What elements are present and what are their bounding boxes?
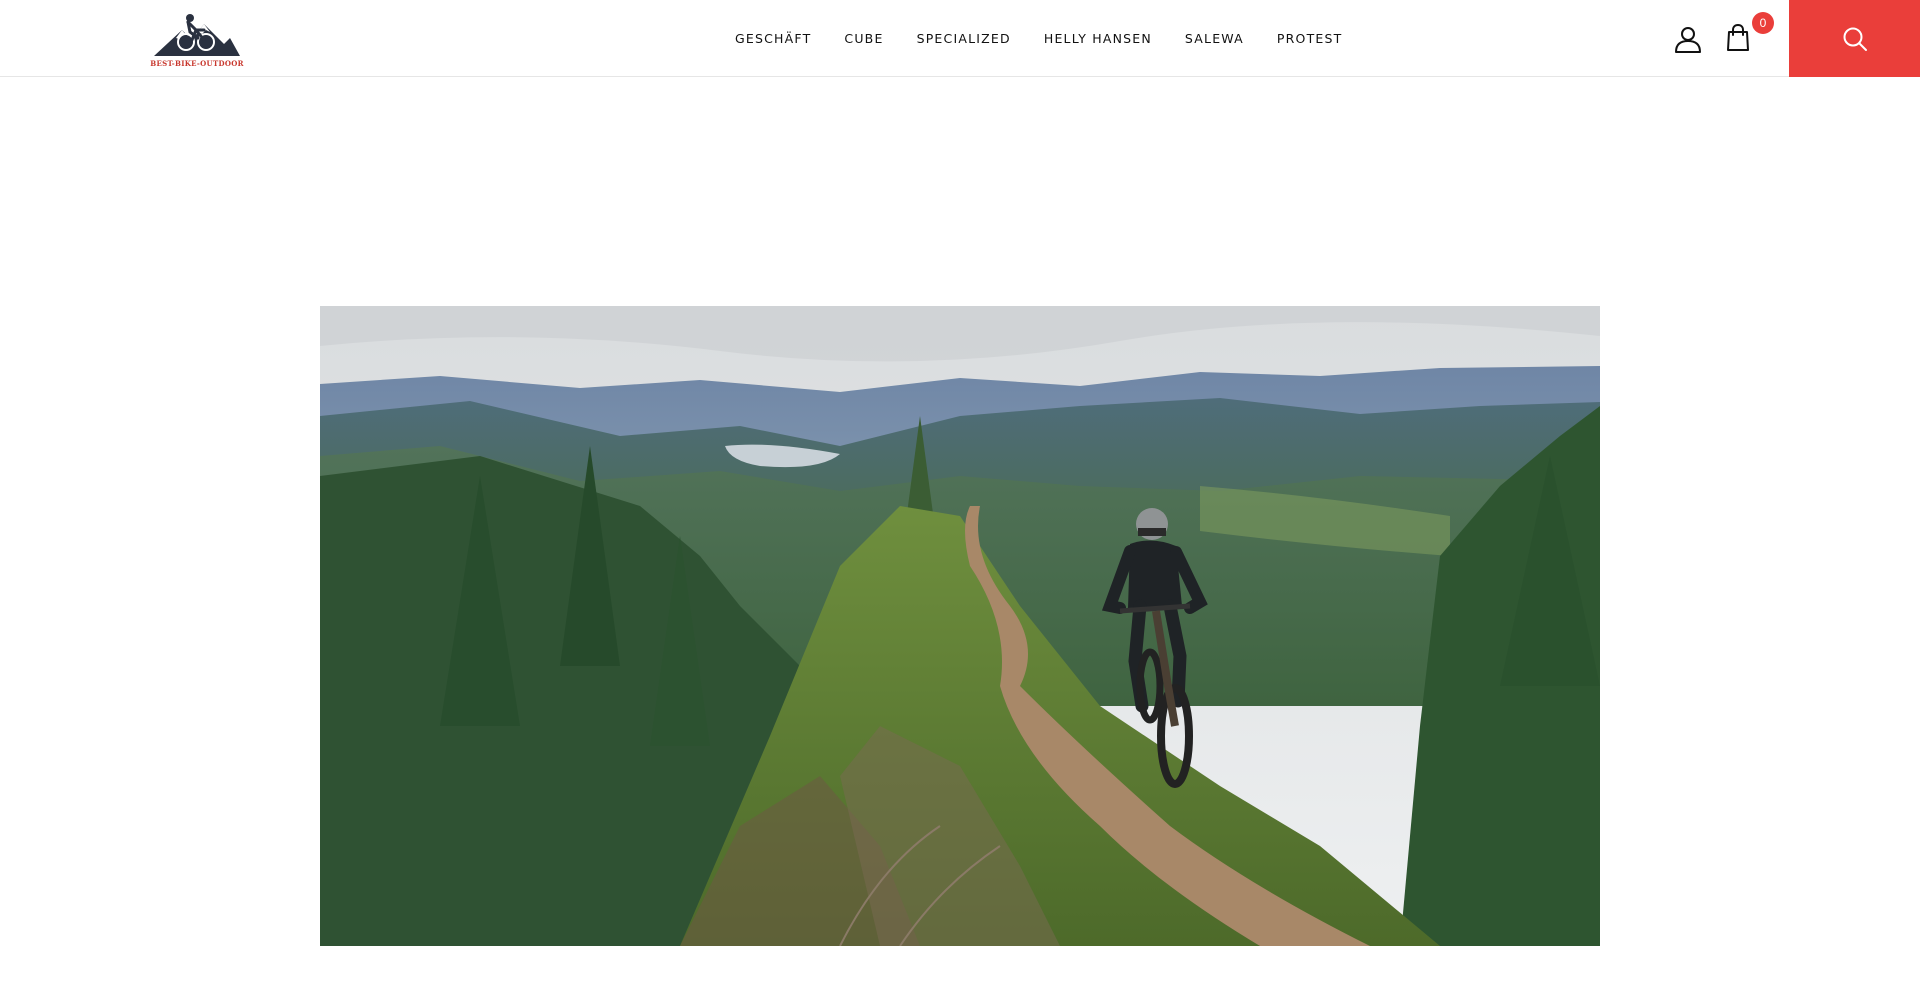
nav-item-protest[interactable]: PROTEST bbox=[1277, 31, 1343, 46]
shopping-bag-icon bbox=[1727, 24, 1749, 51]
nav-item-salewa[interactable]: SALEWA bbox=[1185, 31, 1244, 46]
logo-text: BEST-BIKE-OUTDOOR bbox=[150, 59, 244, 68]
cart-count-badge: 0 bbox=[1752, 12, 1774, 34]
nav-item-helly-hansen[interactable]: HELLY HANSEN bbox=[1044, 31, 1152, 46]
nav-item-cube[interactable]: CUBE bbox=[844, 31, 883, 46]
cart-button[interactable] bbox=[1723, 22, 1753, 54]
mountain-biker-on-ridge-trail-image bbox=[320, 306, 1600, 946]
hero-image bbox=[320, 306, 1600, 946]
mountain-biker-logo-icon bbox=[154, 14, 240, 56]
nav-item-specialized[interactable]: SPECIALIZED bbox=[917, 31, 1011, 46]
site-logo[interactable]: BEST-BIKE-OUTDOOR bbox=[146, 8, 248, 70]
main-nav: GESCHÄFT CUBE SPECIALIZED HELLY HANSEN S… bbox=[735, 0, 1343, 77]
search-icon bbox=[1843, 27, 1867, 51]
search-button[interactable] bbox=[1789, 0, 1920, 77]
user-icon bbox=[1675, 27, 1701, 53]
account-button[interactable] bbox=[1673, 24, 1703, 54]
nav-item-geschaeft[interactable]: GESCHÄFT bbox=[735, 31, 811, 46]
site-header: BEST-BIKE-OUTDOOR GESCHÄFT CUBE SPECIALI… bbox=[0, 0, 1920, 77]
